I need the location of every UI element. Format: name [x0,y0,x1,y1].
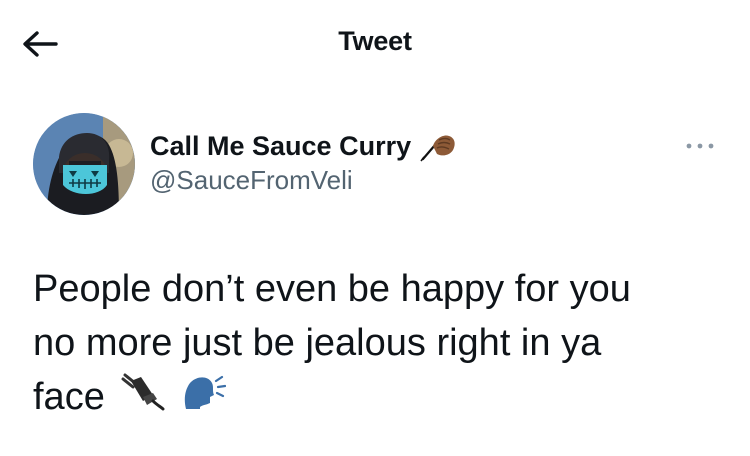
tweet-line-1: People don’t even be happy for you [33,268,631,310]
author-name[interactable]: Call Me Sauce Curry [150,130,457,162]
speaking-head-emoji [180,372,227,426]
tweet-line-3-text: face [33,376,105,418]
tweet-line-3: face [33,370,723,426]
more-options-button[interactable] [680,136,720,156]
electric-plug-emoji [119,372,165,426]
author-name-text: Call Me Sauce Curry [150,130,412,161]
author-handle[interactable]: @SauceFromVeli [150,165,353,196]
tweet-line-2: no more just be jealous right in ya [33,322,602,364]
avatar-image [33,113,135,215]
tweet-text: People don’t even be happy for you no mo… [33,262,723,426]
page-title: Tweet [338,26,412,56]
more-horizontal-icon [686,143,714,149]
avatar[interactable] [33,113,135,215]
writing-hand-emoji [419,130,457,162]
top-bar: Tweet [0,0,750,92]
